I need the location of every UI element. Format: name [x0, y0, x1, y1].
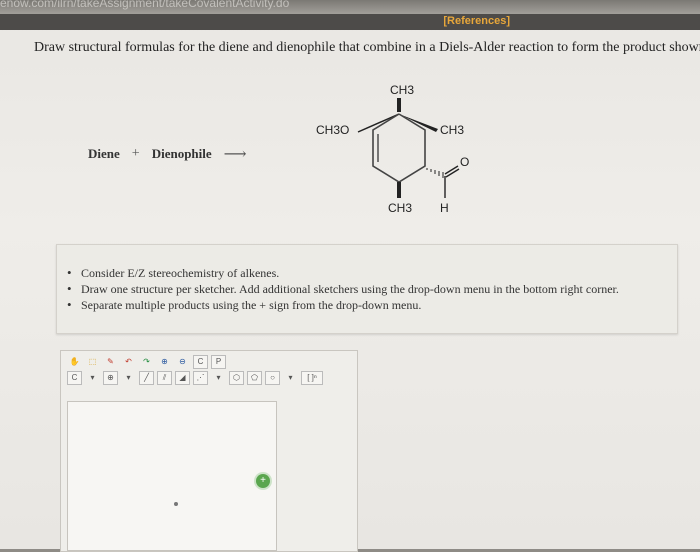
instructions-list: • Consider E/Z stereochemistry of alkenes… — [67, 265, 619, 313]
chevron-down-icon[interactable]: ▾ — [121, 371, 136, 385]
double-bond-button[interactable]: ⫽ — [157, 371, 172, 385]
undo-icon[interactable]: ↶ — [121, 355, 136, 369]
hash-bond-button[interactable]: ⋰ — [193, 371, 208, 385]
bracket-button[interactable]: [ ]ⁿ — [301, 371, 323, 385]
chevron-down-icon[interactable]: ▾ — [85, 371, 100, 385]
references-bar: [References] — [0, 14, 700, 30]
question-prompt: Draw structural formulas for the diene a… — [34, 40, 700, 55]
reaction-arrow: ⟶ — [223, 146, 247, 163]
add-sketcher-button[interactable]: + — [256, 474, 270, 488]
hash-bond — [426, 168, 444, 178]
wedge-bottom — [397, 182, 401, 198]
dienophile-label: Dienophile — [151, 146, 212, 161]
wedge-bond-button[interactable]: ◢ — [175, 371, 190, 385]
plus-sign: + — [131, 146, 140, 161]
chevron-down-icon[interactable]: ▾ — [211, 371, 226, 385]
bond — [357, 113, 400, 133]
charge-button[interactable]: ⊕ — [103, 371, 118, 385]
assignment-page: [References] Draw structural formulas fo… — [0, 14, 700, 552]
reaction-equation: Diene + Dienophile ⟶ — [88, 144, 247, 164]
drawing-canvas[interactable]: + — [67, 401, 277, 551]
methyl-bottom-label: CH3 — [388, 201, 412, 215]
browser-top-strip: enow.com/ilrn/takeAssignment/takeCovalen… — [0, 0, 700, 14]
product-structure: CH3 CH3O CH3 CH3 O H — [316, 83, 469, 215]
aldehyde-h-label: H — [440, 201, 449, 215]
periodic-table-icon[interactable]: P — [211, 355, 226, 369]
instructions-box: • Consider E/Z stereochemistry of alkenes… — [56, 244, 678, 334]
select-icon[interactable]: ⬚ — [85, 355, 100, 369]
oxygen-label: O — [460, 155, 469, 169]
element-carbon-button[interactable]: C — [67, 371, 82, 385]
instruction-item: • Separate multiple products using the + … — [67, 297, 422, 312]
ring-hexagon-button[interactable]: ⬡ — [229, 371, 244, 385]
browser-url-fragment: enow.com/ilrn/takeAssignment/takeCovalen… — [0, 0, 290, 10]
canvas-cursor-dot — [174, 502, 178, 506]
methoxy-label: CH3O — [316, 123, 349, 137]
references-link[interactable]: [References] — [443, 15, 510, 27]
instruction-item: • Draw one structure per sketcher. Add ad… — [67, 281, 619, 296]
redo-icon[interactable]: ↷ — [139, 355, 154, 369]
sketcher-toolbar-top: ✋ ⬚ ✎ ↶ ↷ ⊕ ⊖ C P — [67, 355, 226, 369]
wedge-top — [397, 98, 401, 112]
methyl-right-label: CH3 — [440, 123, 464, 137]
marvin-sketcher: ✋ ⬚ ✎ ↶ ↷ ⊕ ⊖ C P C ▾ ⊕ ▾ ╱ ⫽ ◢ ⋰ ▾ ⬡ ⬠ … — [60, 350, 358, 552]
sketcher-toolbar-bottom: C ▾ ⊕ ▾ ╱ ⫽ ◢ ⋰ ▾ ⬡ ⬠ ○ ▾ [ ]ⁿ — [67, 371, 323, 385]
cyclohexene-ring — [372, 113, 426, 183]
single-bond-button[interactable]: ╱ — [139, 371, 154, 385]
hand-icon[interactable]: ✋ — [67, 355, 82, 369]
instruction-item: • Consider E/Z stereochemistry of alkenes… — [67, 265, 280, 280]
methyl-top-label: CH3 — [390, 83, 414, 97]
ring-cycle-button[interactable]: ○ — [265, 371, 280, 385]
diene-label: Diene — [88, 146, 120, 161]
chevron-down-icon[interactable]: ▾ — [283, 371, 298, 385]
clean-icon[interactable]: C — [193, 355, 208, 369]
ring-pentagon-button[interactable]: ⬠ — [247, 371, 262, 385]
eraser-icon[interactable]: ✎ — [103, 355, 118, 369]
zoom-in-icon[interactable]: ⊕ — [157, 355, 172, 369]
zoom-out-icon[interactable]: ⊖ — [175, 355, 190, 369]
